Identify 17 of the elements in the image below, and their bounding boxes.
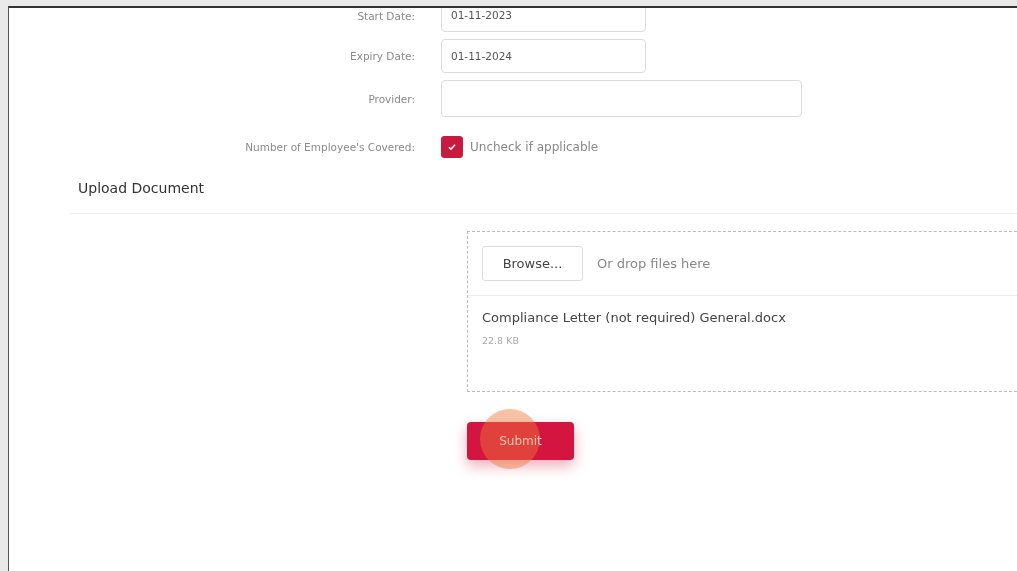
check-icon (446, 141, 458, 153)
text-field[interactable]: 01-11-2024 (441, 38, 646, 73)
field-label: Provider: (367, 92, 416, 105)
text-field[interactable] (441, 80, 802, 117)
section-title: Upload Document (78, 180, 205, 196)
field-label: Expiry Date: (349, 49, 416, 62)
drop-hint: Or drop files here (597, 256, 711, 271)
file-name: Compliance Letter (not required) General.docx (482, 310, 787, 325)
browse-button[interactable]: Browse... (482, 246, 583, 281)
field-label: Number of Employee's Covered: (244, 141, 416, 153)
file-size: 22.8 KB (482, 335, 520, 346)
checkbox[interactable] (441, 136, 463, 158)
text-field[interactable]: 01-11-2023 (441, 8, 646, 32)
checkbox-label: Uncheck if applicable (470, 140, 599, 154)
click-indicator-icon (480, 409, 540, 469)
drop-zone[interactable]: Browse... Or drop files here Compliance Letter (not required) General.docx 22.8 KB (467, 231, 1017, 392)
field-label: Start Date: (356, 10, 416, 22)
